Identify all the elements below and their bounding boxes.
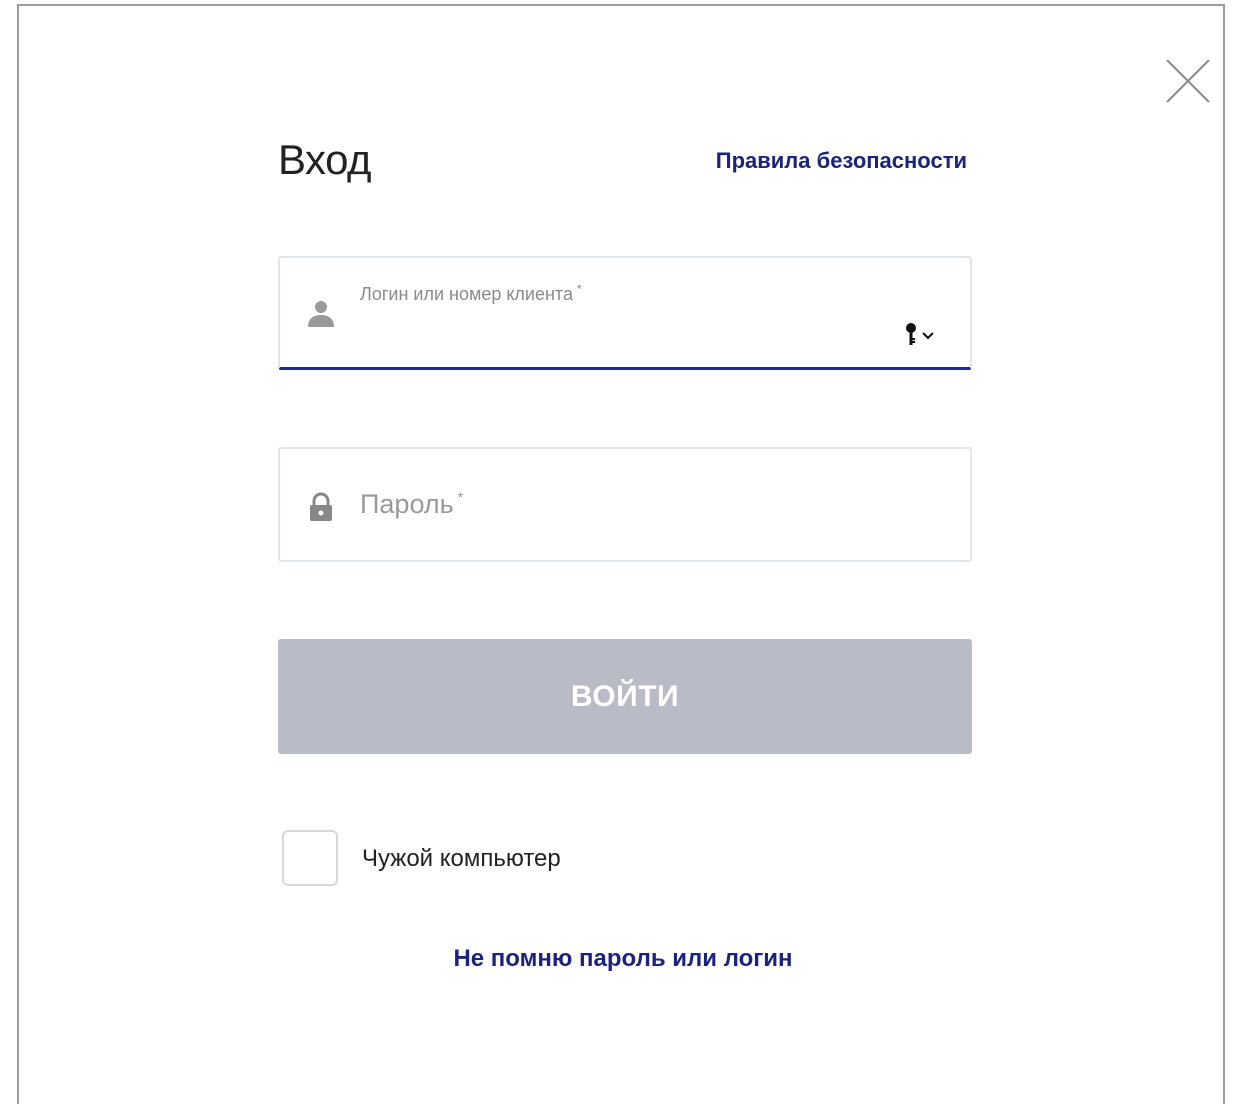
foreign-computer-label: Чужой компьютер <box>362 845 561 872</box>
login-field[interactable]: Логин или номер клиента * <box>278 256 972 370</box>
forgot-credentials-link[interactable]: Не помню пароль или логин <box>19 945 1227 973</box>
foreign-computer-checkbox[interactable] <box>282 830 338 886</box>
security-rules-link[interactable]: Правила безопасности <box>716 148 967 174</box>
login-input[interactable] <box>360 312 884 354</box>
user-icon <box>306 298 336 328</box>
required-mark: * <box>577 282 582 296</box>
lock-icon <box>306 492 336 522</box>
login-button[interactable]: ВОЙТИ <box>278 639 972 754</box>
close-icon <box>1166 59 1210 103</box>
password-field-label: Пароль * <box>360 489 464 519</box>
login-dialog: Вход Правила безопасности Логин или номе… <box>17 4 1225 1104</box>
login-field-label: Логин или номер клиента * <box>360 282 582 304</box>
key-icon <box>906 323 934 345</box>
password-field[interactable]: Пароль * <box>278 447 972 562</box>
page-title: Вход <box>278 136 372 183</box>
close-button[interactable] <box>1165 58 1211 104</box>
required-mark: * <box>457 489 464 505</box>
saved-logins-dropdown[interactable] <box>904 322 938 348</box>
